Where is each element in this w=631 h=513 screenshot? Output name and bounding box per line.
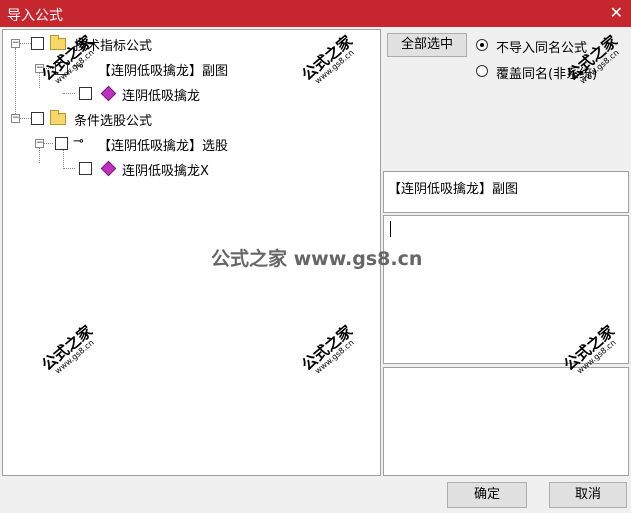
checkbox[interactable] [55,137,68,150]
checkbox[interactable] [79,87,92,100]
tree-group-label: 条件选股公式 [74,114,153,129]
text-caret [390,221,391,237]
preview-panel [383,367,629,476]
select-all-button[interactable]: 全部选中 [387,33,467,57]
tree-group-indicators[interactable]: − 技术指标公式 [3,34,373,54]
formula-label: 【连阴低吸擒龙】选股 [98,139,229,154]
formula-label: 【连阴低吸擒龙】副图 [98,64,229,79]
radio-unselected[interactable] [476,65,488,77]
folder-icon [50,110,66,125]
checkbox[interactable] [31,37,44,50]
formula-description: 【连阴低吸擒龙】副图 [383,171,629,213]
checkbox[interactable] [79,162,92,175]
formula-icon [100,160,117,177]
collapse-toggle[interactable]: − [11,39,20,48]
ok-button[interactable]: 确定 [447,482,527,508]
checkbox[interactable] [31,112,44,125]
tree-item-subformula[interactable]: 连阴低吸擒龙X [3,159,373,179]
key-icon: ⊸ [73,134,84,149]
option-label: 不导入同名公式 [496,41,588,56]
radio-selected[interactable] [476,39,488,51]
window-title: 导入公式 [7,8,63,24]
title-bar: 导入公式 ✕ [0,0,631,27]
subformula-label: 连阴低吸擒龙 [122,89,201,104]
description-text: 【连阴低吸擒龙】副图 [388,182,519,197]
center-watermark: 公式之家 www.gs8.cn [211,248,423,270]
close-icon[interactable]: ✕ [610,3,623,22]
collapse-toggle[interactable]: − [35,139,44,148]
subformula-label: 连阴低吸擒龙X [122,164,209,179]
collapse-toggle[interactable]: − [11,114,20,123]
tree-group-selection[interactable]: − 条件选股公式 [3,109,373,129]
formula-icon [100,85,117,102]
tree-item-formula[interactable]: − ⊸ 【连阴低吸擒龙】选股 [3,134,373,154]
cancel-button[interactable]: 取消 [549,482,627,508]
